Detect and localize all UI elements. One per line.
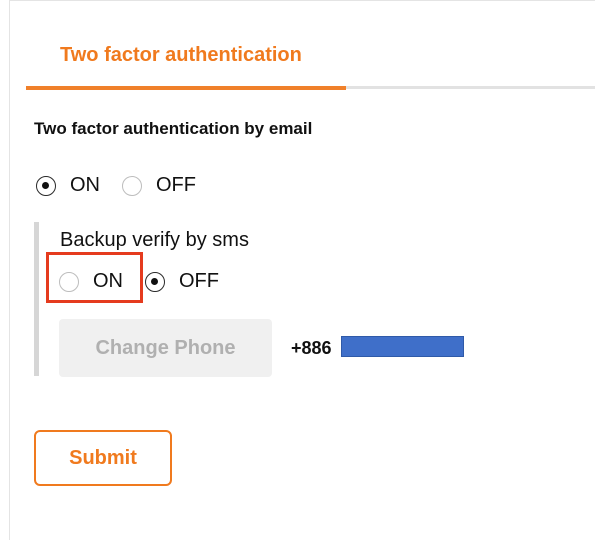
email-2fa-off-label: OFF: [156, 174, 196, 196]
phone-number-redaction: [341, 336, 464, 357]
sms-backup-label: Backup verify by sms: [60, 229, 249, 251]
sms-backup-off-option[interactable]: OFF: [145, 270, 219, 293]
email-2fa-radio-group: ON OFF: [36, 174, 218, 197]
tab-two-factor-authentication[interactable]: Two factor authentication: [60, 44, 302, 67]
submit-button[interactable]: Submit: [34, 430, 172, 486]
change-phone-button[interactable]: Change Phone: [59, 319, 272, 377]
email-2fa-on-option[interactable]: ON: [36, 174, 100, 197]
highlight-annotation-box: [46, 252, 143, 303]
email-2fa-off-option[interactable]: OFF: [122, 174, 196, 197]
email-2fa-on-label: ON: [70, 174, 100, 196]
email-2fa-label: Two factor authentication by email: [34, 119, 313, 138]
backup-section-indent-bar: [34, 222, 39, 376]
active-tab-indicator: [26, 86, 346, 90]
email-2fa-on-radio[interactable]: [36, 175, 56, 196]
sms-backup-off-label: OFF: [179, 270, 219, 292]
phone-country-code: +886: [291, 338, 332, 358]
sms-backup-off-radio[interactable]: [145, 271, 165, 292]
email-2fa-off-radio[interactable]: [122, 175, 142, 196]
